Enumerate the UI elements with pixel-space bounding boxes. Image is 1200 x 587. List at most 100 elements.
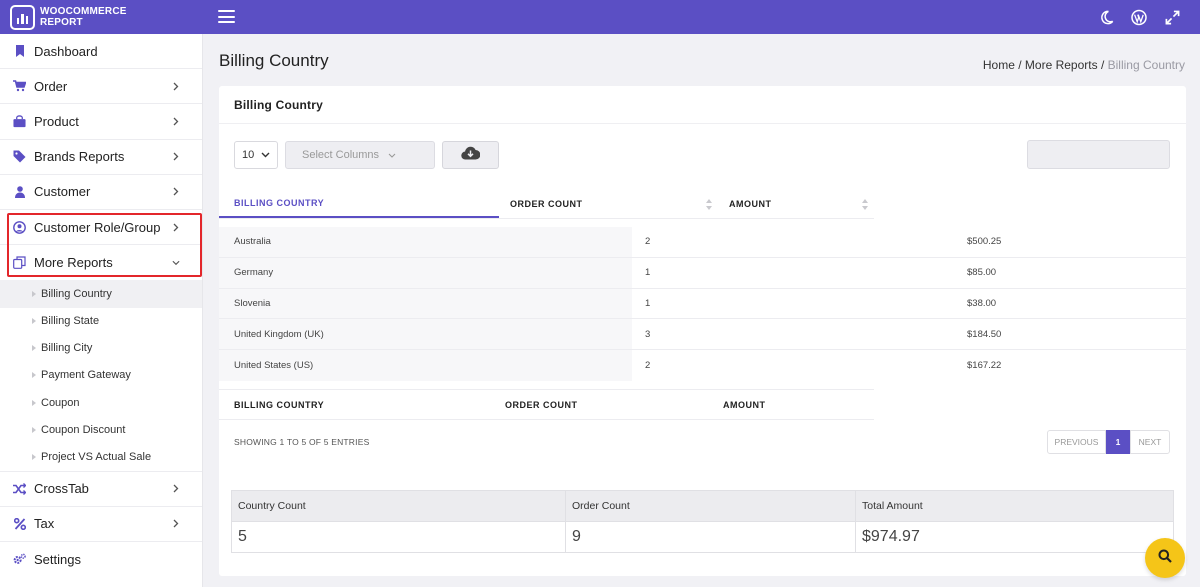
sidebar-item-product[interactable]: Product [0,104,202,140]
breadcrumb-separator: / [1014,58,1025,72]
sort-icon [706,199,712,210]
column-header-order-count[interactable]: ORDER COUNT [499,189,718,218]
sidebar-item-customer-role-group[interactable]: Customer Role/Group [0,210,202,246]
tag-icon [13,150,26,163]
cell-amount: $85.00 [967,267,997,279]
submenu-item-label: Billing Country [41,287,112,300]
sidebar-item-label: Tax [34,516,55,532]
submenu-item-payment-gateway[interactable]: Payment Gateway [0,362,202,389]
column-header-label: ORDER COUNT [510,198,583,209]
submenu-item-label: Project VS Actual Sale [41,451,152,464]
submenu-item-label: Payment Gateway [41,369,131,382]
submenu-item-billing-state[interactable]: Billing State [0,308,202,335]
cell-country: Australia [219,227,632,257]
table-body: Australia 2 $500.25 Germany 1 $85.00 Slo… [219,227,1186,381]
sidebar-item-dashboard[interactable]: Dashboard [0,34,202,70]
chevron-right-icon [172,152,180,161]
breadcrumb-section[interactable]: More Reports [1025,58,1098,72]
summary-values: 5 9 $974.97 [232,522,1173,552]
next-page-button[interactable]: NEXT [1130,430,1170,454]
sidebar-item-label: Order [34,78,68,94]
menu-icon[interactable] [218,10,235,23]
sidebar-item-crosstab[interactable]: CrossTab [0,472,202,507]
cloud-download-icon [461,146,481,165]
report-card: Billing Country 10 Select Columns BILLIN… [219,86,1186,576]
summary-header: Country Count Order Count Total Amount [232,491,1173,522]
breadcrumb-separator: / [1097,58,1108,72]
moon-icon[interactable] [1098,9,1114,25]
chevron-right-icon [172,519,180,528]
submenu-item-coupon[interactable]: Coupon [0,389,202,416]
column-footer-billing-country: BILLING COUNTRY [234,399,325,410]
user-icon [13,185,26,198]
table-row: United Kingdom (UK) 3 $184.50 [219,319,1186,351]
chart-logo-icon [10,4,35,30]
chevron-right-icon [172,484,180,493]
cell-order-count: 1 [645,297,651,309]
breadcrumb-home[interactable]: Home [983,58,1015,72]
column-footer-amount: AMOUNT [723,399,766,410]
brand[interactable]: WOOCOMMERCE REPORT [0,0,203,34]
column-header-billing-country[interactable]: BILLING COUNTRY [219,189,499,218]
chevron-right-icon [172,117,180,126]
sidebar-item-order[interactable]: Order [0,69,202,105]
card-title: Billing Country [219,86,1186,124]
sidebar-item-brands-reports[interactable]: Brands Reports [0,140,202,175]
table-row: Slovenia 1 $38.00 [219,288,1186,320]
submenu-item-coupon-discount[interactable]: Coupon Discount [0,416,202,443]
page-button-1[interactable]: 1 [1106,430,1130,454]
copy-icon [13,256,26,270]
search-input[interactable] [1027,140,1170,169]
sidebar-item-customer[interactable]: Customer [0,175,202,210]
wordpress-icon[interactable] [1131,9,1147,25]
cell-country: Germany [219,257,632,288]
sidebar-item-label: Dashboard [34,43,98,59]
sidebar-item-tax[interactable]: Tax [0,507,202,542]
submenu-item-billing-city[interactable]: Billing City [0,335,202,362]
summary-header-country-count: Country Count [232,491,566,521]
summary-value-country-count: 5 [232,522,566,552]
column-header-amount[interactable]: AMOUNT [718,189,874,218]
submenu-item-label: Coupon Discount [41,423,126,436]
more-reports-submenu: Billing Country Billing State Billing Ci… [0,280,202,472]
column-footer-order-count: ORDER COUNT [505,399,578,410]
sidebar-item-settings[interactable]: Settings [0,542,202,577]
summary-header-order-count: Order Count [566,491,856,521]
caret-right-icon [32,290,36,297]
page-length-select[interactable]: 10 [234,141,278,169]
percent-icon [13,517,26,530]
column-header-label: BILLING COUNTRY [234,197,325,208]
sidebar-item-more-reports[interactable]: More Reports [0,245,202,280]
previous-page-button[interactable]: PREVIOUS [1047,430,1106,454]
cell-country: United States (US) [219,350,632,381]
cell-amount: $38.00 [967,297,997,309]
chevron-right-icon [172,187,180,196]
submenu-item-label: Billing State [41,315,100,328]
select-columns-placeholder: Select Columns [302,149,380,161]
brand-line-1: WOOCOMMERCE [40,6,127,17]
brand-name: WOOCOMMERCE REPORT [40,6,127,28]
expand-icon[interactable] [1164,9,1180,25]
summary-value-total-amount: $974.97 [862,528,920,545]
chevron-down-icon [172,259,180,267]
table-header: BILLING COUNTRY ORDER COUNT AMOUNT [219,189,874,219]
search-fab-button[interactable] [1145,538,1185,578]
page-title: Billing Country [219,51,329,70]
cell-order-count: 3 [645,328,651,340]
sort-icon [862,199,868,210]
sidebar-item-label: Settings [34,552,81,568]
bookmark-icon [13,45,26,58]
download-button[interactable] [442,141,499,169]
shuffle-icon [13,482,26,495]
chevron-down-icon [261,149,270,161]
submenu-item-project-vs-actual-sale[interactable]: Project VS Actual Sale [0,443,202,470]
select-columns-dropdown[interactable]: Select Columns [285,141,435,169]
cart-icon [13,80,26,93]
caret-right-icon [32,318,36,325]
chevron-right-icon [172,82,180,91]
submenu-item-billing-country[interactable]: Billing Country [0,280,202,308]
breadcrumb-current: Billing Country [1107,58,1185,72]
sidebar-item-label: More Reports [34,255,113,271]
cell-country: Slovenia [219,288,632,319]
top-bar: WOOCOMMERCE REPORT [0,0,1200,34]
